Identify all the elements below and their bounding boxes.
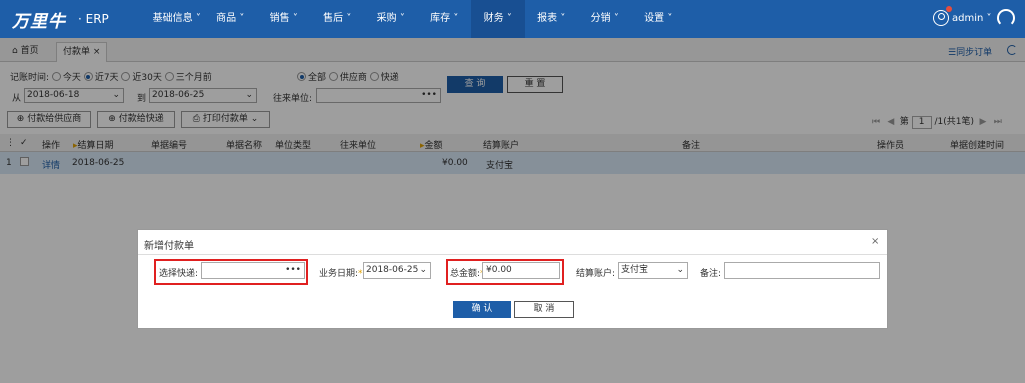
notification-dot [946, 6, 952, 12]
nav-item-finance[interactable]: 财务 ˅ [471, 0, 525, 38]
modal-overlay [0, 38, 1025, 383]
account-select[interactable]: 支付宝 ⌄ [618, 262, 688, 279]
biz-date-label: 业务日期:* [319, 266, 363, 279]
chevron-down-icon: ⌄ [676, 265, 684, 275]
user-name: admin ˅ [952, 12, 992, 24]
app-logo[interactable]: 万里牛 [12, 7, 66, 32]
top-nav-bar: 万里牛 · ERP 基础信息 ˅ 商品 ˅ 销售 ˅ 售后 ˅ 采购 ˅ 库存 … [0, 0, 1025, 38]
express-label: 选择快递: [159, 269, 199, 279]
new-payment-dialog: 新增付款单 × 选择快递: ••• 业务日期:* 2018-06-25 ⌄ 总金额… [137, 229, 888, 329]
account-value: 支付宝 [621, 265, 649, 275]
biz-date-label-text: 业务日期: [319, 269, 359, 279]
nav-item-purchase[interactable]: 采购 ˅ [364, 0, 418, 38]
headset-icon[interactable] [997, 9, 1015, 27]
account-label: 结算账户: [576, 269, 616, 279]
nav-item-distribution[interactable]: 分销 ˅ [578, 0, 632, 38]
nav-item-stock[interactable]: 库存 ˅ [418, 0, 472, 38]
user-menu[interactable]: admin ˅ [933, 10, 992, 26]
biz-date-select[interactable]: 2018-06-25 ⌄ [363, 262, 431, 279]
user-icon [933, 10, 949, 26]
nav-item-aftersale[interactable]: 售后 ˅ [311, 0, 365, 38]
nav-item-basic[interactable]: 基础信息 ˅ [150, 0, 204, 38]
chevron-down-icon: ⌄ [419, 265, 427, 275]
express-input[interactable]: ••• [201, 262, 305, 279]
close-icon[interactable]: × [871, 236, 879, 247]
remark-input[interactable] [724, 262, 880, 279]
remark-label: 备注: [700, 269, 722, 279]
nav-item-settings[interactable]: 设置 ˅ [632, 0, 686, 38]
total-input[interactable]: ¥0.00 [482, 262, 560, 279]
main-nav: 基础信息 ˅ 商品 ˅ 销售 ˅ 售后 ˅ 采购 ˅ 库存 ˅ 财务 ˅ 报表 … [150, 0, 685, 38]
nav-item-goods[interactable]: 商品 ˅ [204, 0, 258, 38]
cancel-button[interactable]: 取 消 [514, 301, 574, 318]
nav-item-sales[interactable]: 销售 ˅ [257, 0, 311, 38]
dialog-divider [138, 254, 887, 255]
dialog-title: 新增付款单 [144, 241, 194, 252]
total-label-text: 总金额: [450, 269, 481, 279]
app-suffix: · ERP [78, 12, 109, 26]
more-icon[interactable]: ••• [285, 263, 301, 278]
biz-date-value: 2018-06-25 [366, 265, 419, 275]
nav-item-report[interactable]: 报表 ˅ [525, 0, 579, 38]
confirm-button[interactable]: 确 认 [453, 301, 511, 318]
required-icon: * [358, 269, 363, 279]
total-label: 总金额:* [450, 266, 485, 279]
